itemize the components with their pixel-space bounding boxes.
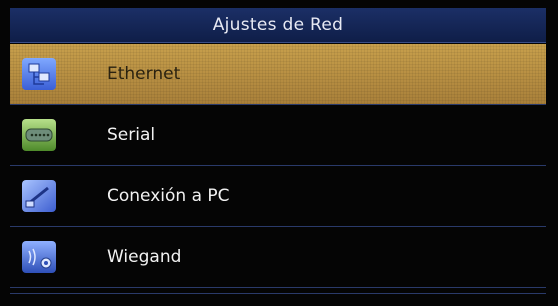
menu-item-ethernet[interactable]: Ethernet <box>10 44 546 105</box>
page-title: Ajustes de Red <box>212 15 344 35</box>
menu-item-label: Conexión a PC <box>107 186 230 206</box>
serial-port-icon <box>22 119 56 151</box>
wiegand-gear-icon <box>22 241 56 273</box>
device-screen: Ajustes de Red Ethernet Serial Conexión … <box>0 0 558 306</box>
menu-item-label: Serial <box>107 125 156 145</box>
ethernet-network-icon <box>22 58 56 90</box>
divider <box>10 293 546 294</box>
menu-item-label: Wiegand <box>107 247 182 267</box>
network-settings-menu: Ethernet Serial Conexión a PC Wiegand <box>10 44 546 288</box>
menu-item-label: Ethernet <box>107 64 181 84</box>
title-bar: Ajustes de Red <box>10 8 546 43</box>
menu-item-conexion-pc[interactable]: Conexión a PC <box>10 166 546 227</box>
pc-connection-icon <box>22 180 56 212</box>
menu-item-serial[interactable]: Serial <box>10 105 546 166</box>
menu-item-wiegand[interactable]: Wiegand <box>10 227 546 288</box>
